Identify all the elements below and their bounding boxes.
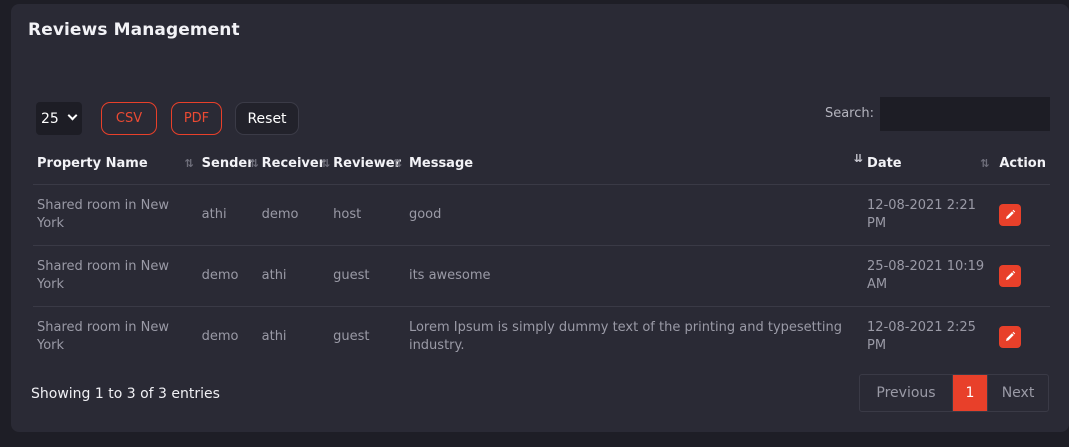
pencil-icon xyxy=(1006,270,1016,280)
cell-action xyxy=(995,306,1050,367)
cell-property: Shared room in New York xyxy=(37,319,169,353)
cell-property: Shared room in New York xyxy=(33,245,198,307)
sort-arrows-icon: ⇅ xyxy=(980,157,989,170)
sort-arrows-icon: ⇅ xyxy=(184,157,193,170)
sort-arrows-icon: ⇅ xyxy=(249,157,258,170)
cell-reviewer: guest xyxy=(329,245,405,307)
cell-sender: demo xyxy=(197,245,258,307)
search-label: Search: xyxy=(824,106,874,121)
edit-button[interactable] xyxy=(999,203,1022,226)
cell-action xyxy=(995,245,1050,307)
edit-button[interactable] xyxy=(999,264,1022,287)
cell-message: Lorem Ipsum is simply dummy text of the … xyxy=(408,319,842,353)
edit-button[interactable] xyxy=(999,325,1022,348)
pencil-icon xyxy=(1006,209,1016,219)
table-row: Shared room in New York demo athi guest … xyxy=(33,306,1050,367)
column-header-reviewer[interactable]: Reviewer ⇅ xyxy=(329,144,405,185)
cell-date: 12-08-2021 2:25 PM xyxy=(867,319,976,353)
pencil-icon xyxy=(1006,331,1016,341)
cell-reviewer: guest xyxy=(333,328,370,344)
page-title: Reviews Management xyxy=(28,20,240,40)
column-header-sender[interactable]: Sender ⇅ xyxy=(197,144,259,185)
reset-button[interactable]: Reset xyxy=(235,102,299,135)
cell-sender: demo xyxy=(201,328,239,344)
page-length-select[interactable]: 25 xyxy=(36,102,82,135)
table-header-row: Property Name ⇅ Sender ⇅ Receiver ⇅ Reviewe… xyxy=(33,144,1050,185)
cell-receiver: athi xyxy=(261,328,287,344)
cell-message: its awesome xyxy=(404,245,864,307)
chevron-down-icon xyxy=(67,110,78,121)
sort-arrows-icon: ⇅ xyxy=(320,157,330,170)
table-row: Shared room in New York athi demo host g… xyxy=(33,184,1050,246)
cell-receiver: demo xyxy=(257,184,330,246)
cell-message: good xyxy=(404,184,864,246)
reviews-table: Property Name ⇅ Sender ⇅ Receiver ⇅ Reviewe… xyxy=(33,144,1050,367)
sort-arrows-icon: ⇅ xyxy=(392,157,402,170)
cell-property: Shared room in New York xyxy=(33,184,198,246)
cell-date: 25-08-2021 10:19 AM xyxy=(863,245,996,307)
cell-receiver: athi xyxy=(257,245,330,307)
cell-sender: athi xyxy=(197,184,258,246)
cell-action xyxy=(995,184,1050,246)
pdf-export-button[interactable]: PDF xyxy=(171,102,222,135)
page-length-value: 25 xyxy=(41,110,59,127)
previous-page-button[interactable]: Previous xyxy=(860,375,953,411)
column-header-property[interactable]: Property Name ⇅ xyxy=(33,144,198,185)
csv-export-button[interactable]: CSV xyxy=(101,102,157,135)
cell-date: 12-08-2021 2:21 PM xyxy=(863,184,996,246)
search-input[interactable] xyxy=(880,97,1050,131)
pagination: Previous 1 Next xyxy=(859,374,1049,412)
reviews-card: Reviews Management 25 CSV PDF Reset Sear… xyxy=(11,4,1069,432)
cell-reviewer: host xyxy=(329,184,405,246)
table-toolbar: 25 CSV PDF Reset Search: xyxy=(36,97,1050,135)
table-info: Showing 1 to 3 of 3 entries xyxy=(31,386,220,402)
column-header-message[interactable]: Message ⇊ xyxy=(404,144,863,185)
column-header-receiver[interactable]: Receiver ⇅ xyxy=(257,144,330,185)
sort-desc-icon: ⇊ xyxy=(853,152,863,165)
column-header-date[interactable]: Date ⇅ xyxy=(863,144,996,185)
next-page-button[interactable]: Next xyxy=(987,375,1048,411)
page-1-button[interactable]: 1 xyxy=(953,375,987,411)
column-header-action: Action xyxy=(995,144,1050,185)
table-row: Shared room in New York demo athi guest … xyxy=(33,245,1050,307)
